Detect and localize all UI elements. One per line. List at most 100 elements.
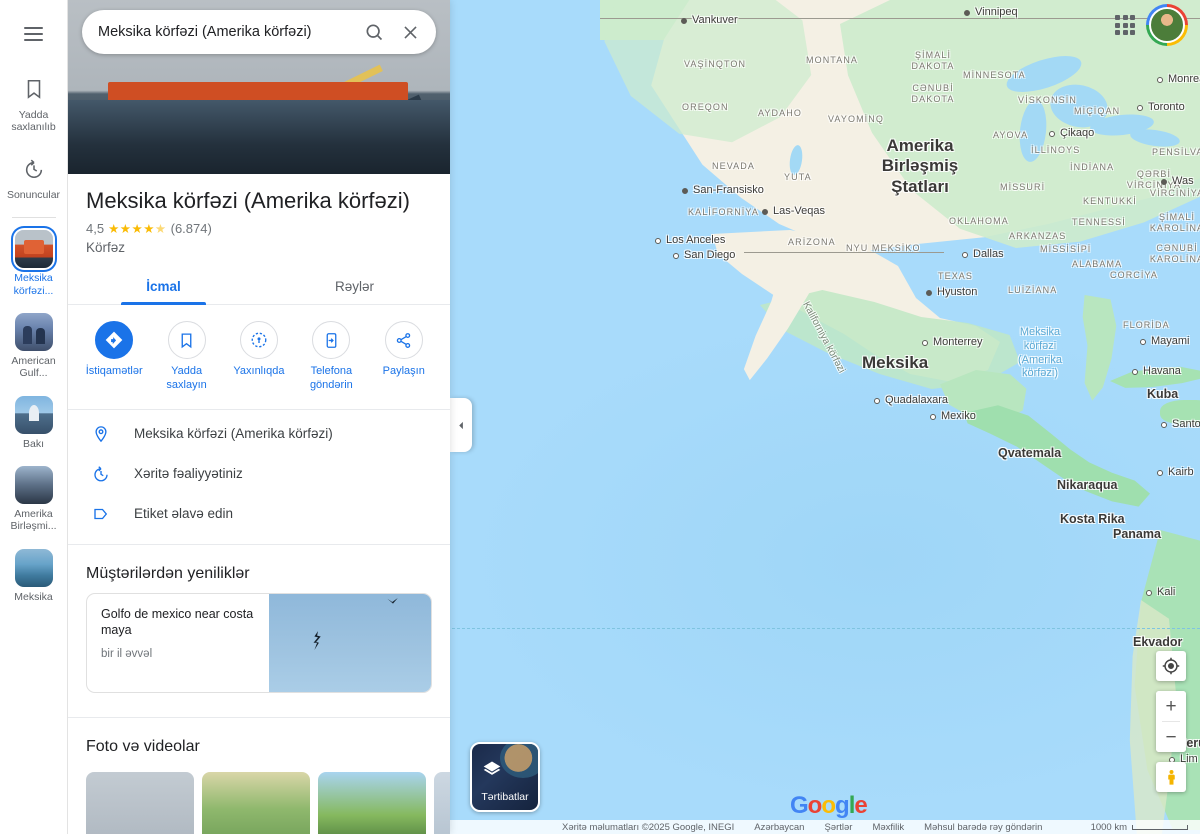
attribution-link-privacy[interactable]: Məxfilik bbox=[872, 822, 904, 833]
sidebar-recent-item-1[interactable]: American Gulf... bbox=[0, 303, 68, 386]
map-city-dot-17 bbox=[1146, 590, 1152, 596]
photo-thumbnail-3[interactable] bbox=[434, 771, 450, 834]
review-count[interactable]: (6.874) bbox=[171, 221, 212, 236]
clear-search-button[interactable] bbox=[392, 14, 428, 50]
map-city-dot-13 bbox=[1132, 369, 1138, 375]
zoom-in-button[interactable]: + bbox=[1156, 691, 1186, 721]
action-share-label: Paylaşın bbox=[382, 365, 425, 378]
action-nearby[interactable]: Yaxınlıqda bbox=[226, 321, 292, 393]
map-city-dot-5 bbox=[673, 253, 679, 259]
close-icon bbox=[403, 25, 417, 39]
map-city-dot-16 bbox=[1161, 422, 1167, 428]
sidebar-item-saved[interactable]: Yadda saxlanılıb bbox=[0, 68, 68, 140]
google-apps-grid-icon[interactable] bbox=[1112, 12, 1138, 38]
tab-overview[interactable]: İcmal bbox=[68, 267, 259, 306]
place-title: Meksika körfəzi (Amerika körfəzi) bbox=[86, 188, 410, 213]
map-city-dot-2 bbox=[682, 188, 688, 194]
place-pin-icon bbox=[90, 425, 112, 443]
panel-scroll-area[interactable]: Meksika körfəzi (Amerika körfəzi) 4,5 ★★… bbox=[68, 174, 450, 834]
map-city-dot-6 bbox=[1049, 131, 1055, 137]
update-card-time: bir il əvvəl bbox=[101, 647, 153, 660]
info-row-address[interactable]: Meksika körfəzi (Amerika körfəzi) bbox=[68, 414, 450, 454]
street-view-pegman-button[interactable] bbox=[1156, 762, 1186, 792]
map-scale-bar bbox=[1132, 824, 1188, 830]
info-row-add-label[interactable]: Etiket əlavə edin bbox=[68, 494, 450, 534]
info-row-map-activity-label: Xəritə fəaliyyətiniz bbox=[134, 466, 243, 482]
photo-thumbnail-0[interactable] bbox=[86, 771, 194, 834]
place-details-panel: Meksika körfəzi (Amerika körfəzi) 4,5 ★★… bbox=[68, 0, 450, 834]
menu-button[interactable] bbox=[14, 14, 54, 54]
place-rating[interactable]: 4,5 ★★★★★ (6.874) bbox=[86, 221, 432, 236]
map-city-dot-14 bbox=[874, 398, 880, 404]
update-card[interactable]: Golfo de mexico near costa maya bir il ə… bbox=[86, 592, 432, 693]
map-controls: + − bbox=[1156, 651, 1186, 792]
equator-line bbox=[452, 628, 1200, 629]
tab-reviews[interactable]: Rəylər bbox=[259, 267, 450, 304]
send-to-phone-icon bbox=[312, 321, 351, 360]
layers-preview-image bbox=[500, 744, 538, 778]
zoom-out-button[interactable]: − bbox=[1156, 722, 1186, 752]
updates-section-title: Müştərilərdən yeniliklər bbox=[86, 564, 250, 582]
sidebar-recent-label-4: Meksika bbox=[14, 590, 53, 603]
info-row-add-label-label: Etiket əlavə edin bbox=[134, 506, 234, 522]
pegman-icon bbox=[1167, 769, 1175, 785]
rating-stars: ★★★★★ bbox=[108, 221, 167, 236]
sidebar-recent-item-3[interactable]: Amerika Birləşmi... bbox=[0, 456, 68, 539]
action-share[interactable]: Paylaşın bbox=[371, 321, 437, 393]
photo-thumbnail-1[interactable] bbox=[202, 771, 310, 834]
section-divider-2 bbox=[68, 543, 450, 545]
action-buttons: İstiqamətlər Yadda saxlayın Yaxınlıqda T… bbox=[68, 305, 450, 405]
sidebar-recent-item-0[interactable]: Meksika körfəzi... bbox=[0, 220, 68, 303]
search-input[interactable] bbox=[98, 24, 356, 40]
attribution-link-country[interactable]: Azərbaycan bbox=[754, 822, 804, 833]
photos-section-title: Foto və videolar bbox=[86, 737, 200, 755]
logo-letter-3: o bbox=[821, 792, 836, 819]
logo-letter-4: g bbox=[835, 792, 850, 819]
sidebar-recent-label-3: Amerika Birləşmi... bbox=[10, 508, 57, 533]
update-card-text: Golfo de mexico near costa maya bir il ə… bbox=[87, 594, 269, 692]
rail-divider bbox=[11, 217, 56, 219]
collapse-panel-button[interactable] bbox=[450, 398, 472, 452]
logo-letter-6: e bbox=[854, 792, 867, 819]
nearby-icon bbox=[239, 321, 278, 360]
attribution-copyright: Xəritə məlumatları ©2025 Google, INEGI bbox=[562, 821, 735, 833]
sidebar-recent-thumb-0 bbox=[14, 230, 53, 269]
my-location-button[interactable] bbox=[1156, 651, 1186, 681]
map-city-dot-10 bbox=[926, 290, 932, 296]
sidebar-recent-label-1: American Gulf... bbox=[11, 354, 56, 380]
label-icon bbox=[90, 505, 112, 523]
sidebar-recent-item-2[interactable]: Bakı bbox=[0, 386, 68, 456]
menu-line-2 bbox=[24, 33, 43, 35]
history-icon bbox=[90, 465, 112, 483]
action-save[interactable]: Yadda saxlayın bbox=[154, 321, 220, 393]
section-divider-3 bbox=[68, 716, 450, 718]
sidebar-recent-label-0: Meksika körfəzi... bbox=[13, 272, 54, 297]
bird-icon bbox=[313, 630, 321, 650]
action-send-to-phone[interactable]: Telefona göndərin bbox=[298, 321, 364, 393]
sidebar-recent-thumb-3 bbox=[14, 466, 53, 504]
avatar[interactable] bbox=[1146, 4, 1188, 46]
map-city-dot-0 bbox=[681, 18, 687, 24]
sidebar-item-recents[interactable]: Sonuncular bbox=[0, 148, 68, 207]
logo-letter-2: o bbox=[807, 792, 823, 819]
action-directions[interactable]: İstiqamətlər bbox=[81, 321, 147, 393]
photos-row bbox=[68, 766, 450, 834]
map-city-dot-15 bbox=[930, 414, 936, 420]
place-category: Körfəz bbox=[86, 240, 126, 256]
attribution-link-feedback[interactable]: Məhsul barədə rəy göndərin bbox=[924, 822, 1042, 833]
zoom-out-icon: − bbox=[1165, 726, 1177, 748]
sidebar-recent-item-4[interactable]: Meksika bbox=[0, 539, 68, 609]
sidebar-item-saved-label: Yadda saxlanılıb bbox=[11, 109, 56, 134]
action-send-to-phone-label: Telefona göndərin bbox=[309, 365, 353, 392]
info-row-map-activity[interactable]: Xəritə fəaliyyətiniz bbox=[68, 454, 450, 494]
menu-line-1 bbox=[24, 27, 43, 29]
photo-thumbnail-2[interactable] bbox=[318, 771, 426, 834]
search-bar[interactable] bbox=[82, 10, 436, 54]
search-icon bbox=[366, 24, 383, 41]
update-card-image bbox=[269, 593, 431, 692]
map-city-dot-12 bbox=[1140, 339, 1146, 345]
search-button[interactable] bbox=[356, 14, 392, 50]
layers-icon bbox=[482, 759, 502, 784]
attribution-link-terms[interactable]: Şərtlər bbox=[824, 822, 852, 833]
layers-button[interactable]: Tərtibatlar bbox=[470, 742, 540, 812]
